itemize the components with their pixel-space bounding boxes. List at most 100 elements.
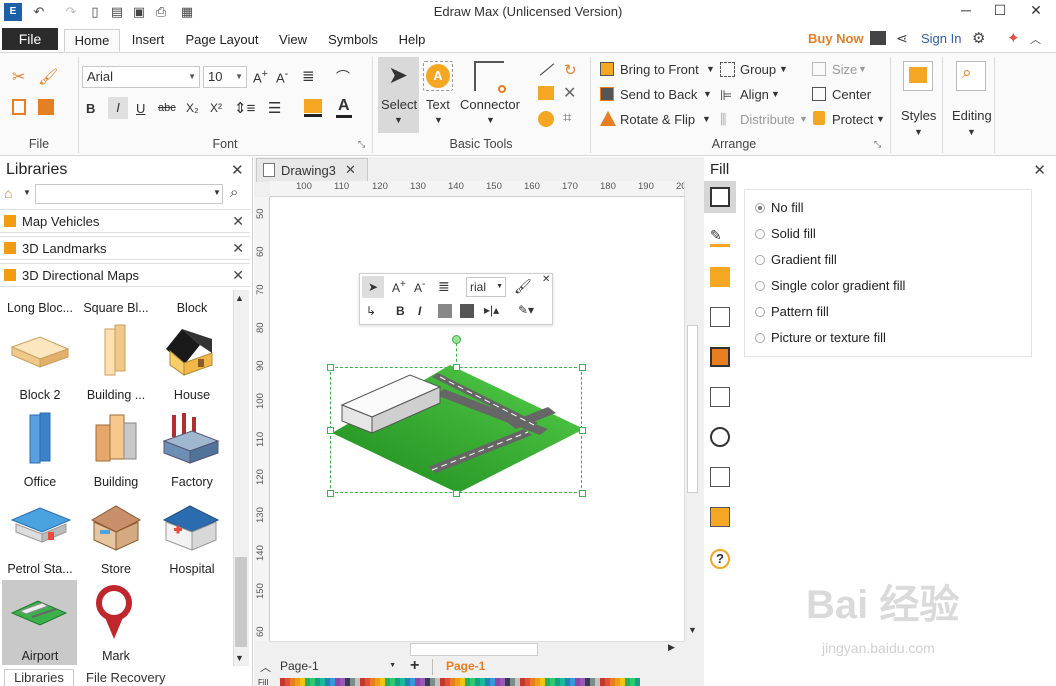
- shape-building-tall[interactable]: Building ...: [78, 388, 154, 402]
- radio-gradient-fill[interactable]: [755, 255, 765, 265]
- cart-icon[interactable]: [870, 31, 886, 45]
- resize-handle-se[interactable]: [579, 490, 586, 497]
- superscript-icon[interactable]: X²: [210, 101, 222, 115]
- picture-texture-fill-label[interactable]: Picture or texture fill: [771, 330, 886, 345]
- image-icon[interactable]: [710, 307, 730, 327]
- hospital-icon[interactable]: [162, 502, 220, 554]
- shape-long-block[interactable]: Long Bloc...: [2, 301, 78, 315]
- shrink-font-icon[interactable]: A-: [276, 68, 288, 85]
- shape-factory[interactable]: Factory: [154, 475, 230, 489]
- resize-handle-n[interactable]: [453, 364, 460, 371]
- group-dropdown-icon[interactable]: ▼: [779, 64, 788, 74]
- shape-square-block[interactable]: Square Bl...: [78, 301, 154, 315]
- shape-petrol-station[interactable]: Petrol Sta...: [2, 562, 78, 576]
- line-tool-icon[interactable]: [539, 63, 555, 76]
- distribute-dropdown-icon[interactable]: ▼: [799, 114, 808, 124]
- mark-icon[interactable]: [94, 585, 136, 643]
- search-dropdown-icon[interactable]: ▼: [213, 188, 221, 197]
- pattern-fill-label[interactable]: Pattern fill: [771, 304, 829, 319]
- close-libraries-icon[interactable]: ✕: [231, 161, 244, 179]
- search-icon[interactable]: ⌕: [962, 63, 972, 83]
- mini-connector-icon[interactable]: ↳: [366, 304, 376, 318]
- library-section-3d-landmarks[interactable]: 3D Landmarks ✕: [0, 236, 250, 260]
- scroll-up-icon[interactable]: ▲: [235, 293, 244, 303]
- mini-align-icon[interactable]: ≣: [438, 278, 450, 295]
- shape-hospital[interactable]: Hospital: [154, 562, 230, 576]
- arrange-dialog-launcher-icon[interactable]: ⤡: [874, 139, 881, 150]
- fill-bucket-icon[interactable]: [710, 187, 730, 207]
- mini-line-style-icon[interactable]: ✎▾: [518, 303, 534, 317]
- canvas-scroll-down-icon[interactable]: ▼: [688, 625, 697, 635]
- italic-icon[interactable]: I: [108, 97, 128, 119]
- bring-to-front-dropdown-icon[interactable]: ▼: [706, 64, 715, 74]
- distribute-button[interactable]: Distribute: [740, 112, 795, 127]
- underline-icon[interactable]: U: [136, 101, 145, 116]
- cut-icon[interactable]: ✂: [12, 67, 25, 87]
- add-page-icon[interactable]: +: [410, 657, 419, 675]
- canvas-hscroll-thumb[interactable]: [410, 643, 538, 656]
- line-spacing-icon[interactable]: ⇕≡: [234, 99, 255, 117]
- radio-solid-fill[interactable]: [755, 229, 765, 239]
- shape-office[interactable]: Office: [2, 475, 78, 489]
- cross-tool-icon[interactable]: ✕: [563, 83, 576, 103]
- no-fill-label[interactable]: No fill: [771, 200, 804, 215]
- bold-icon[interactable]: B: [86, 101, 95, 116]
- styles-icon[interactable]: [909, 67, 927, 83]
- mini-font-select[interactable]: rial ▼: [466, 277, 506, 297]
- home-icon[interactable]: ⌂: [4, 185, 20, 201]
- search-icon[interactable]: ⌕: [230, 184, 238, 201]
- tab-insert[interactable]: Insert: [124, 29, 172, 52]
- mini-close-icon[interactable]: ✕: [542, 274, 550, 285]
- protect-dropdown-icon[interactable]: ▼: [876, 114, 885, 124]
- tab-libraries[interactable]: Libraries: [4, 669, 74, 686]
- send-to-back-button[interactable]: Send to Back: [620, 87, 697, 102]
- library-section-3d-directional-maps[interactable]: 3D Directional Maps ✕: [0, 263, 250, 287]
- resize-handle-w[interactable]: [327, 427, 334, 434]
- petrol-station-icon[interactable]: [8, 502, 72, 550]
- tab-home[interactable]: Home: [64, 29, 120, 52]
- align-dropdown-icon[interactable]: ▼: [771, 89, 780, 99]
- solid-fill-label[interactable]: Solid fill: [771, 226, 816, 241]
- buy-now-link[interactable]: Buy Now: [808, 31, 864, 46]
- shape-block-2[interactable]: Block 2: [2, 388, 78, 402]
- globe-icon[interactable]: [710, 427, 730, 447]
- resize-handle-e[interactable]: [579, 427, 586, 434]
- size-dropdown-icon[interactable]: ▼: [858, 64, 867, 74]
- resize-handle-nw[interactable]: [327, 364, 334, 371]
- radio-single-color-gradient-fill[interactable]: [755, 281, 765, 291]
- arc-tool-icon[interactable]: ↻: [564, 61, 577, 79]
- copy-icon[interactable]: [12, 99, 26, 115]
- strikethrough-icon[interactable]: abc: [158, 102, 176, 114]
- close-section-icon[interactable]: ✕: [232, 240, 244, 257]
- text-curve-icon[interactable]: ⌒: [336, 67, 350, 87]
- rotate-flip-dropdown-icon[interactable]: ▼: [702, 114, 711, 124]
- paste-icon[interactable]: [38, 99, 54, 115]
- resize-handle-ne[interactable]: [579, 364, 586, 371]
- styles-dropdown-icon[interactable]: ▼: [914, 127, 923, 137]
- radio-no-fill[interactable]: [755, 203, 765, 213]
- canvas-horizontal-scrollbar[interactable]: ▶: [270, 641, 684, 657]
- maximize-button[interactable]: ☐: [984, 0, 1016, 22]
- paragraph-align-icon[interactable]: ≣: [302, 67, 315, 85]
- tab-view[interactable]: View: [272, 29, 314, 52]
- text-dropdown-icon[interactable]: ▼: [434, 115, 443, 125]
- shape-store[interactable]: Store: [78, 562, 154, 576]
- library-section-map-vehicles[interactable]: Map Vehicles ✕: [0, 209, 250, 233]
- home-dropdown-icon[interactable]: ▼: [23, 188, 31, 197]
- shape-house[interactable]: House: [154, 388, 230, 402]
- mini-bold-icon[interactable]: B: [396, 304, 405, 318]
- align-button[interactable]: Align: [740, 87, 769, 102]
- single-color-gradient-fill-label[interactable]: Single color gradient fill: [771, 278, 905, 293]
- resize-handle-sw[interactable]: [327, 490, 334, 497]
- tab-help[interactable]: Help: [392, 29, 432, 52]
- connector-label[interactable]: Connector: [460, 97, 520, 112]
- page-tab-active[interactable]: Page-1: [446, 659, 485, 673]
- gradient-fill-label[interactable]: Gradient fill: [771, 252, 837, 267]
- size-button[interactable]: Size: [832, 62, 857, 77]
- line-pen-icon[interactable]: ✎: [710, 227, 730, 247]
- editing-dropdown-icon[interactable]: ▼: [967, 127, 976, 137]
- block-2-icon[interactable]: [10, 329, 70, 369]
- building-icon[interactable]: [90, 411, 142, 467]
- page-properties-icon[interactable]: [710, 387, 730, 407]
- text-label[interactable]: Text: [426, 97, 450, 112]
